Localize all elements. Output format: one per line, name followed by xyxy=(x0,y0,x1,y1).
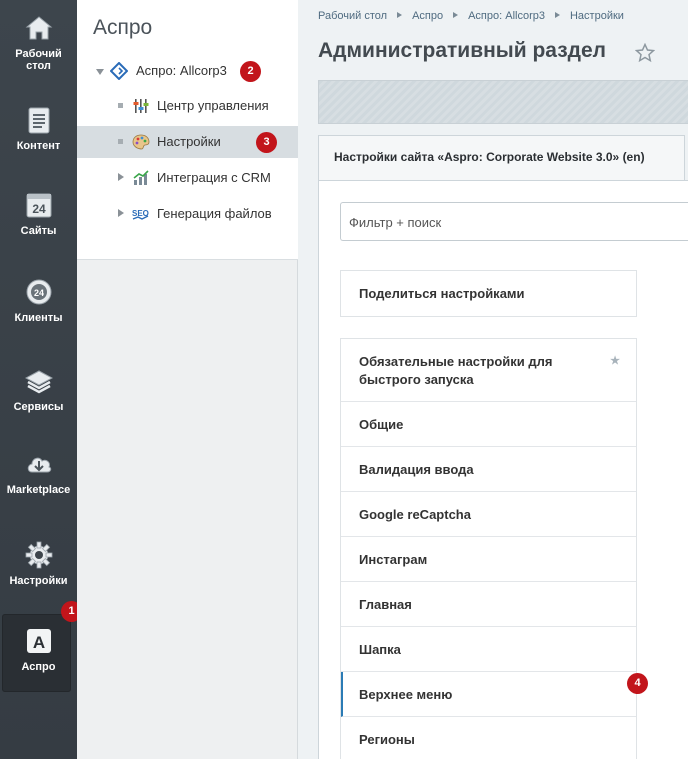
menu-item-label: Генерация файлов xyxy=(157,206,272,221)
nav-content[interactable]: Контент xyxy=(0,106,77,152)
annotation-badge-4: 4 xyxy=(627,673,648,694)
cloud-download-icon xyxy=(27,457,51,473)
settings-item-label: Общие xyxy=(359,417,404,432)
settings-item-label: Регионы xyxy=(359,732,415,747)
required-star-icon: ★ xyxy=(610,355,620,367)
nav-content-label: Контент xyxy=(16,140,61,152)
annotation-badge-3: 3 xyxy=(256,132,277,153)
menu-item-aspro-allcorp3[interactable]: Аспро: Allcorp3 xyxy=(77,55,298,87)
clients-24-icon: 24 xyxy=(26,279,51,305)
layers-icon xyxy=(24,370,53,394)
calendar-24-icon: 24 xyxy=(26,193,51,218)
settings-item-label: Google reCaptcha xyxy=(359,507,471,522)
nav-marketplace-label: Marketplace xyxy=(6,484,71,496)
settings-item-regions[interactable]: Регионы xyxy=(341,717,636,759)
gear-icon xyxy=(25,541,52,569)
main-left-navigation: Рабочий стол Контент 24 Сайты 24 Клиенты xyxy=(0,0,77,759)
breadcrumb-separator-icon xyxy=(453,12,459,18)
svg-text:24: 24 xyxy=(33,288,43,298)
settings-item-label: Главная xyxy=(359,597,412,612)
settings-item-label: Шапка xyxy=(359,642,401,657)
share-settings-label: Поделиться настройками xyxy=(359,286,525,301)
favorite-star-icon[interactable] xyxy=(635,43,655,63)
bullet-icon xyxy=(118,139,123,144)
nav-desktop-label: Рабочий стол xyxy=(15,48,62,72)
chevron-right-icon[interactable] xyxy=(118,209,124,217)
filter-search-input[interactable]: Фильтр + поиск xyxy=(340,202,688,241)
palette-icon xyxy=(132,134,150,150)
settings-list: Обязательные настройки для быстрого запу… xyxy=(340,338,637,759)
menu-item-label: Интеграция с CRM xyxy=(157,170,271,185)
settings-item-input-validation[interactable]: Валидация ввода xyxy=(341,447,636,492)
annotation-badge-2: 2 xyxy=(240,61,261,82)
chevron-right-icon[interactable] xyxy=(118,173,124,181)
breadcrumb-separator-icon xyxy=(554,12,560,18)
svg-text:A: A xyxy=(32,633,44,652)
nav-desktop[interactable]: Рабочий стол xyxy=(0,14,77,72)
tab-label: Настройки сайта «Aspro: Corporate Websit… xyxy=(334,150,645,164)
aspro-diamond-icon xyxy=(110,62,128,80)
settings-item-label: Валидация ввода xyxy=(359,462,474,477)
settings-item-recaptcha[interactable]: Google reCaptcha xyxy=(341,492,636,537)
settings-item-instagram[interactable]: Инстаграм xyxy=(341,537,636,582)
settings-panel: Фильтр + поиск Поделиться настройками Об… xyxy=(318,180,688,759)
breadcrumb-item[interactable]: Рабочий стол xyxy=(318,10,387,22)
nav-services[interactable]: Сервисы xyxy=(0,367,77,413)
menu-item-label: Аспро: Allcorp3 xyxy=(136,63,227,78)
chart-icon xyxy=(133,170,149,185)
menu-item-label: Настройки xyxy=(157,134,221,149)
section-menu-tree: Аспро Аспро: Allcorp3 2 Центр управления xyxy=(77,0,298,260)
page-title: Административный раздел xyxy=(318,39,607,62)
nav-marketplace[interactable]: Marketplace xyxy=(0,450,77,496)
nav-aspro-label: Аспро xyxy=(21,661,56,673)
breadcrumb: Рабочий стол Аспро Аспро: Allcorp3 Настройк… xyxy=(318,10,624,22)
nav-services-label: Сервисы xyxy=(13,401,64,413)
nav-sites-label: Сайты xyxy=(20,225,57,237)
nav-clients[interactable]: 24 Клиенты xyxy=(0,278,77,324)
bullet-icon xyxy=(118,103,123,108)
home-icon xyxy=(25,16,52,40)
share-settings-button[interactable]: Поделиться настройками xyxy=(340,270,637,317)
document-icon xyxy=(28,107,49,134)
settings-item-main[interactable]: Главная xyxy=(341,582,636,627)
nav-settings-label: Настройки xyxy=(9,575,68,587)
svg-text:24: 24 xyxy=(32,202,46,216)
breadcrumb-item[interactable]: Аспро: Allcorp3 xyxy=(468,10,545,22)
settings-item-label: Инстаграм xyxy=(359,552,428,567)
section-menu: Аспро Аспро: Allcorp3 2 Центр управления xyxy=(77,0,298,759)
nav-settings[interactable]: Настройки xyxy=(0,541,77,587)
nav-clients-label: Клиенты xyxy=(14,312,63,324)
settings-item-header[interactable]: Шапка xyxy=(341,627,636,672)
settings-item-label: Обязательные настройки для быстрого запу… xyxy=(359,354,553,387)
settings-item-top-menu[interactable]: Верхнее меню xyxy=(341,672,636,717)
breadcrumb-item[interactable]: Аспро xyxy=(412,10,443,22)
breadcrumb-item[interactable]: Настройки xyxy=(570,10,624,22)
menu-item-control-center[interactable]: Центр управления xyxy=(77,90,298,122)
chevron-down-icon[interactable] xyxy=(96,69,104,75)
filter-placeholder: Фильтр + поиск xyxy=(349,215,442,230)
sliders-icon xyxy=(133,99,149,113)
seo-icon: SEO xyxy=(132,209,149,220)
nav-aspro[interactable]: A Аспро xyxy=(0,627,77,673)
nav-sites[interactable]: 24 Сайты xyxy=(0,191,77,237)
breadcrumb-separator-icon xyxy=(397,12,403,18)
toolbar xyxy=(318,80,688,124)
menu-item-file-generation[interactable]: SEO Генерация файлов xyxy=(77,198,298,230)
settings-item-quick-start[interactable]: Обязательные настройки для быстрого запу… xyxy=(341,339,636,402)
aspro-a-icon: A xyxy=(26,629,51,653)
settings-item-general[interactable]: Общие xyxy=(341,402,636,447)
menu-item-crm-integration[interactable]: Интеграция с CRM xyxy=(77,162,298,194)
main-content: Рабочий стол Аспро Аспро: Allcorp3 Настройк… xyxy=(298,0,688,759)
settings-item-label: Верхнее меню xyxy=(359,687,453,702)
tab-site-settings[interactable]: Настройки сайта «Aspro: Corporate Websit… xyxy=(318,135,685,181)
section-menu-title: Аспро xyxy=(93,16,153,39)
menu-item-label: Центр управления xyxy=(157,98,269,113)
